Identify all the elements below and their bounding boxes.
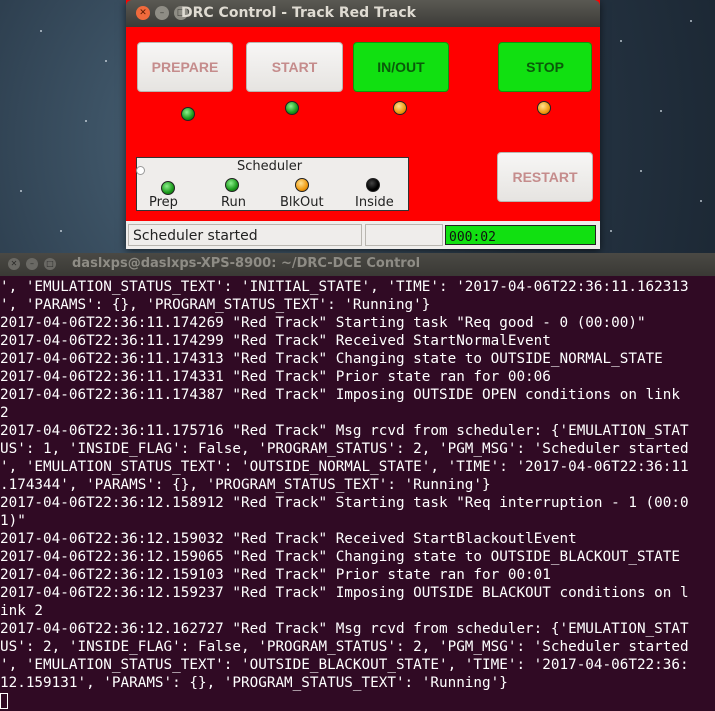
- scheduler-radio-icon: [136, 166, 145, 175]
- terminal-line: US': 1, 'INSIDE_FLAG': False, 'PROGRAM_S…: [0, 441, 689, 457]
- prep-led-icon: [161, 181, 175, 195]
- run-led-icon: [225, 178, 239, 192]
- terminal-line: ', 'EMULATION_STATUS_TEXT': 'OUTSIDE_NOR…: [0, 459, 689, 475]
- terminal-line: 2017-04-06T22:36:11.175716 "Red Track" M…: [0, 423, 689, 439]
- terminal-line: 12.159131', 'PARAMS': {}, 'PROGRAM_STATU…: [0, 675, 508, 691]
- terminal-line: 2017-04-06T22:36:12.159032 "Red Track" R…: [0, 531, 577, 547]
- scheduler-title: Scheduler: [237, 159, 303, 174]
- close-icon[interactable]: ✕: [8, 258, 20, 270]
- terminal-line: US': 2, 'INSIDE_FLAG': False, 'PROGRAM_S…: [0, 639, 689, 655]
- drc-titlebar: ✕ – □ DRC Control - Track Red Track: [126, 0, 600, 27]
- terminal-line: 2017-04-06T22:36:12.162727 "Red Track" M…: [0, 621, 689, 637]
- minimize-icon[interactable]: –: [26, 258, 38, 270]
- close-icon[interactable]: ✕: [136, 6, 150, 20]
- inside-led-icon: [366, 178, 380, 192]
- terminal-line: ', 'EMULATION_STATUS_TEXT': 'OUTSIDE_BLA…: [0, 657, 689, 673]
- terminal-line: 2017-04-06T22:36:12.159103 "Red Track" P…: [0, 567, 551, 583]
- status-message: Scheduler started: [133, 228, 258, 244]
- terminal-line: 2017-04-06T22:36:12.158912 "Red Track" S…: [0, 495, 689, 511]
- in-out-led-icon: [393, 101, 407, 115]
- status-bar: Scheduler started 000:02: [126, 221, 600, 249]
- terminal-line: 2017-04-06T22:36:11.174387 "Red Track" I…: [0, 387, 680, 403]
- terminal-prompt[interactable]: [0, 692, 715, 710]
- terminal-window: ✕ – □ daslxps@daslxps-XPS-8900: ~/DRC-DC…: [0, 253, 715, 711]
- terminal-titlebar: ✕ – □ daslxps@daslxps-XPS-8900: ~/DRC-DC…: [0, 253, 715, 276]
- prepare-button[interactable]: PREPARE: [137, 42, 233, 92]
- terminal-title: daslxps@daslxps-XPS-8900: ~/DRC-DCE Cont…: [72, 256, 421, 271]
- start-led-icon: [285, 101, 299, 115]
- stop-led-icon: [537, 101, 551, 115]
- terminal-line: 2017-04-06T22:36:11.174313 "Red Track" C…: [0, 351, 663, 367]
- drc-control-window: ✕ – □ DRC Control - Track Red Track PREP…: [126, 0, 600, 249]
- terminal-line: 2017-04-06T22:36:12.159065 "Red Track" C…: [0, 549, 680, 565]
- maximize-icon[interactable]: □: [44, 258, 56, 270]
- terminal-line: 2017-04-06T22:36:11.174331 "Red Track" P…: [0, 369, 551, 385]
- prep-label: Prep: [149, 195, 178, 210]
- timer-text: 000:02: [449, 230, 496, 245]
- prepare-led-icon: [181, 107, 195, 121]
- blkout-label: BlkOut: [280, 195, 324, 210]
- terminal-line: ink 2: [0, 603, 44, 619]
- inside-label: Inside: [355, 195, 394, 210]
- terminal-line: 2017-04-06T22:36:11.174299 "Red Track" R…: [0, 333, 551, 349]
- terminal-line: ', 'PARAMS': {}, 'PROGRAM_STATUS_TEXT': …: [0, 297, 431, 313]
- in-out-button[interactable]: IN/OUT: [353, 42, 449, 92]
- scheduler-panel: Scheduler Prep Run BlkOut Inside: [136, 157, 409, 211]
- timer-progress-bar: 000:02: [445, 225, 596, 245]
- terminal-line: 2017-04-06T22:36:11.174269 "Red Track" S…: [0, 315, 646, 331]
- terminal-line: ', 'EMULATION_STATUS_TEXT': 'INITIAL_STA…: [0, 279, 689, 295]
- status-message-field: Scheduler started: [128, 224, 362, 246]
- terminal-output[interactable]: ', 'EMULATION_STATUS_TEXT': 'INITIAL_STA…: [0, 278, 715, 711]
- terminal-line: 2: [0, 405, 9, 421]
- cursor-icon: [0, 693, 8, 709]
- window-title: DRC Control - Track Red Track: [181, 5, 416, 21]
- status-middle-field: [365, 224, 443, 246]
- terminal-line: 2017-04-06T22:36:12.159237 "Red Track" I…: [0, 585, 689, 601]
- start-button[interactable]: START: [246, 42, 343, 92]
- run-label: Run: [221, 195, 246, 210]
- restart-button[interactable]: RESTART: [497, 152, 593, 202]
- stop-button[interactable]: STOP: [498, 42, 592, 92]
- minimize-icon[interactable]: –: [155, 6, 169, 20]
- status-middle: [366, 228, 370, 244]
- terminal-line: .174344', 'PARAMS': {}, 'PROGRAM_STATUS_…: [0, 477, 491, 493]
- terminal-line: 1)": [0, 513, 26, 529]
- blkout-led-icon: [295, 178, 309, 192]
